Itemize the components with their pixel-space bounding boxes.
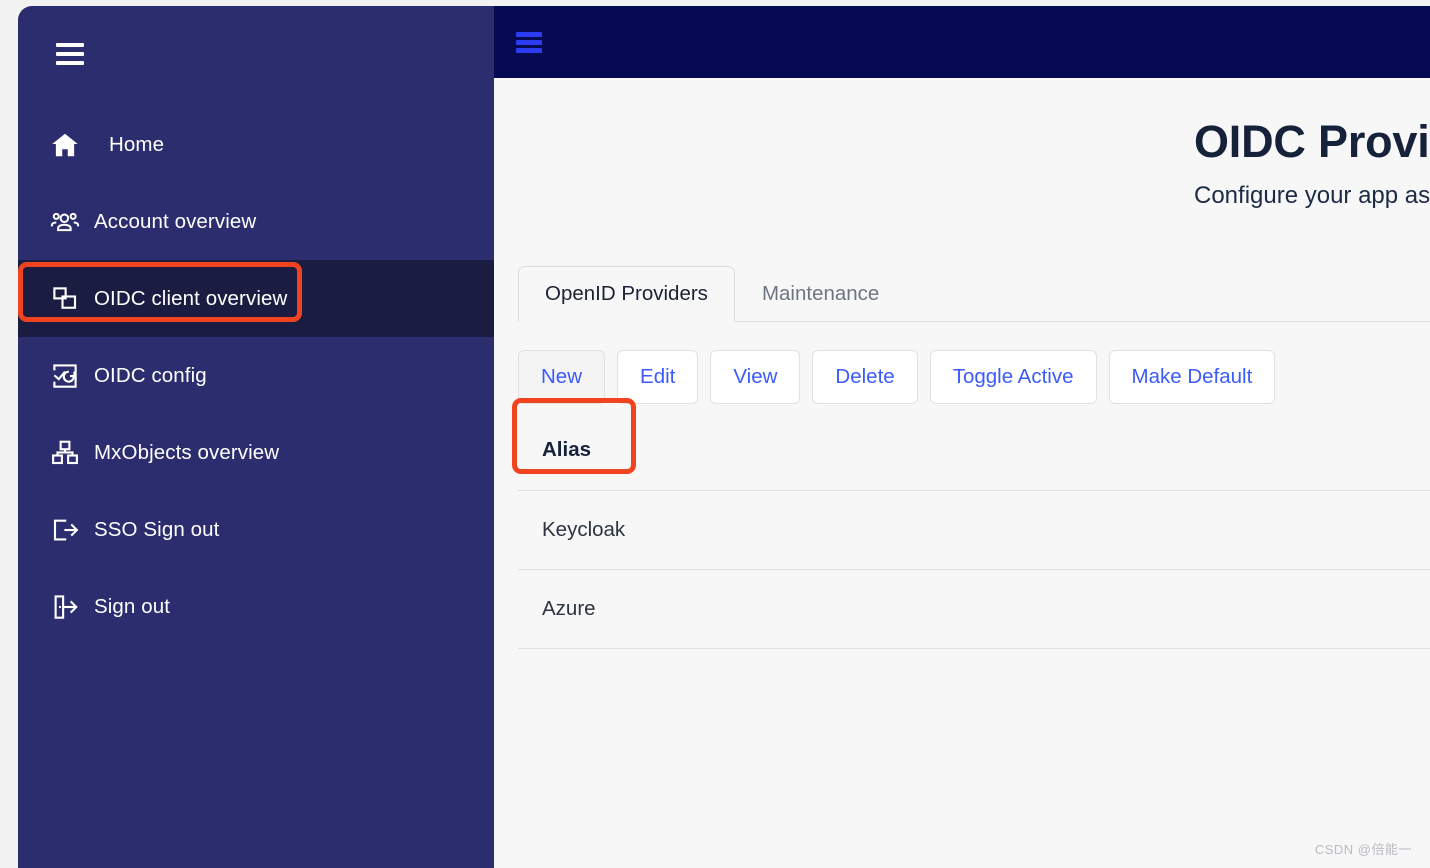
make-default-button[interactable]: Make Default xyxy=(1108,350,1276,404)
hamburger-icon[interactable] xyxy=(516,31,542,53)
sidebar-item-label: Account overview xyxy=(94,209,257,233)
sidebar-item-oidc-config[interactable]: OIDC config xyxy=(18,337,494,414)
cell-alias: Keycloak xyxy=(542,518,626,541)
sidebar-item-account-overview[interactable]: Account overview xyxy=(18,183,494,260)
toggle-active-button[interactable]: Toggle Active xyxy=(929,350,1097,404)
cell-alias: Azure xyxy=(542,597,596,620)
tab-openid-providers[interactable]: OpenID Providers xyxy=(518,266,735,322)
sign-out-arrow-icon xyxy=(50,515,94,545)
sidebar-item-label: Sign out xyxy=(94,594,171,618)
sidebar-item-mxobjects-overview[interactable]: MxObjects overview xyxy=(18,414,494,491)
table-row[interactable]: Azure xyxy=(518,569,1430,648)
edit-button[interactable]: Edit xyxy=(617,350,699,404)
sidebar-item-label: MxObjects overview xyxy=(94,440,280,464)
hamburger-icon[interactable] xyxy=(56,43,84,65)
sidebar-item-label: OIDC client overview xyxy=(94,286,288,310)
tab-label: Maintenance xyxy=(761,281,880,305)
sidebar-item-home[interactable]: Home xyxy=(18,106,494,183)
page-subtitle: Configure your app as an OIDC client. Cr… xyxy=(1194,182,1430,209)
sidebar-item-oidc-client-overview[interactable]: OIDC client overview xyxy=(18,260,494,337)
sidebar-toggle-button[interactable] xyxy=(18,6,494,102)
home-icon xyxy=(50,130,94,160)
sidebar-item-sign-out[interactable]: Sign out xyxy=(18,568,494,645)
top-bar xyxy=(494,6,1430,78)
people-group-icon xyxy=(50,207,94,237)
view-button[interactable]: View xyxy=(710,350,801,404)
sidebar-item-label: Home xyxy=(109,132,165,156)
delete-button[interactable]: Delete xyxy=(812,350,918,404)
main-content: OIDC Providers Configure your app as an … xyxy=(494,6,1430,868)
door-exit-icon xyxy=(50,592,94,622)
tab-maintenance[interactable]: Maintenance xyxy=(735,265,906,321)
sidebar-item-label: OIDC config xyxy=(94,363,207,387)
app-root: Home Account overview OIDC client overvi… xyxy=(0,0,1430,868)
watermark: CSDN @倍能一 xyxy=(1314,842,1412,857)
sidebar-nav: Home Account overview OIDC client overvi… xyxy=(18,106,494,645)
table-header-alias: Alias xyxy=(542,438,591,461)
config-sync-icon xyxy=(50,361,94,391)
toolbar: New Edit View Delete Toggle Active Make … xyxy=(494,350,1430,404)
table-bottom-divider xyxy=(518,648,1430,649)
table-row[interactable]: Keycloak xyxy=(518,490,1430,569)
page-header: OIDC Providers Configure your app as an … xyxy=(494,78,1430,210)
tabs-container: OpenID Providers Maintenance xyxy=(494,266,1430,322)
sidebar-item-label: SSO Sign out xyxy=(94,517,220,541)
tab-list: OpenID Providers Maintenance xyxy=(518,266,1430,322)
blocks-icon xyxy=(50,438,94,468)
tab-label: OpenID Providers xyxy=(545,282,708,305)
sidebar: Home Account overview OIDC client overvi… xyxy=(18,6,494,868)
providers-table: Alias Keycloak Azure xyxy=(494,438,1430,649)
sidebar-item-sso-sign-out[interactable]: SSO Sign out xyxy=(18,491,494,568)
page-title: OIDC Providers xyxy=(1194,116,1430,167)
new-button[interactable]: New xyxy=(518,350,606,404)
windows-stack-icon xyxy=(50,284,94,314)
